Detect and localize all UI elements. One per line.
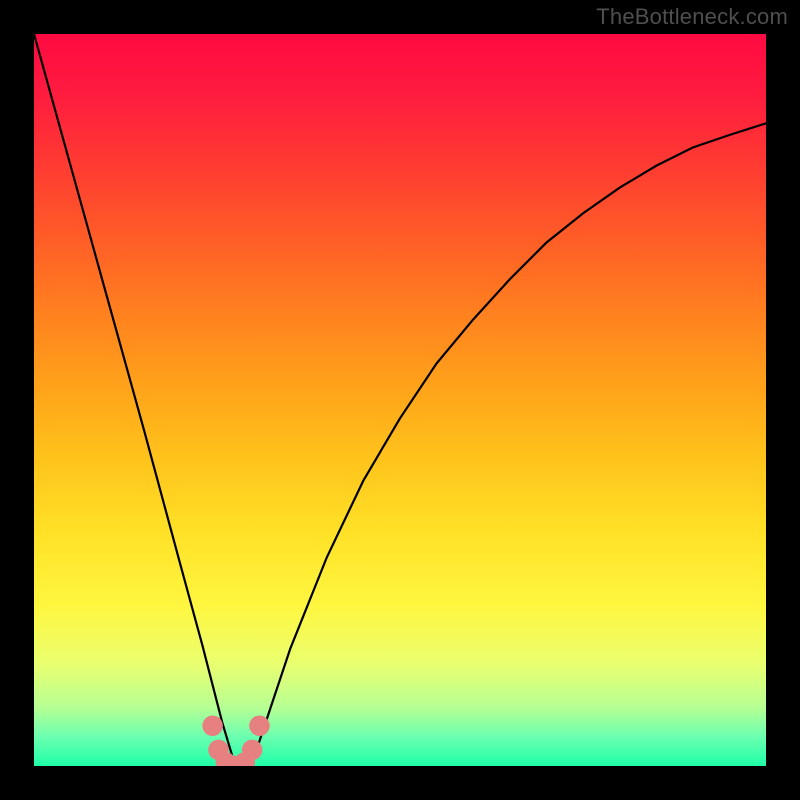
plot-area (34, 34, 766, 766)
trough-marker (242, 740, 262, 760)
bottleneck-curve (34, 34, 766, 766)
curve-layer (34, 34, 766, 766)
trough-marker (202, 715, 222, 735)
trough-marker (249, 715, 269, 735)
chart-frame: TheBottleneck.com (0, 0, 800, 800)
watermark-text: TheBottleneck.com (596, 4, 788, 30)
